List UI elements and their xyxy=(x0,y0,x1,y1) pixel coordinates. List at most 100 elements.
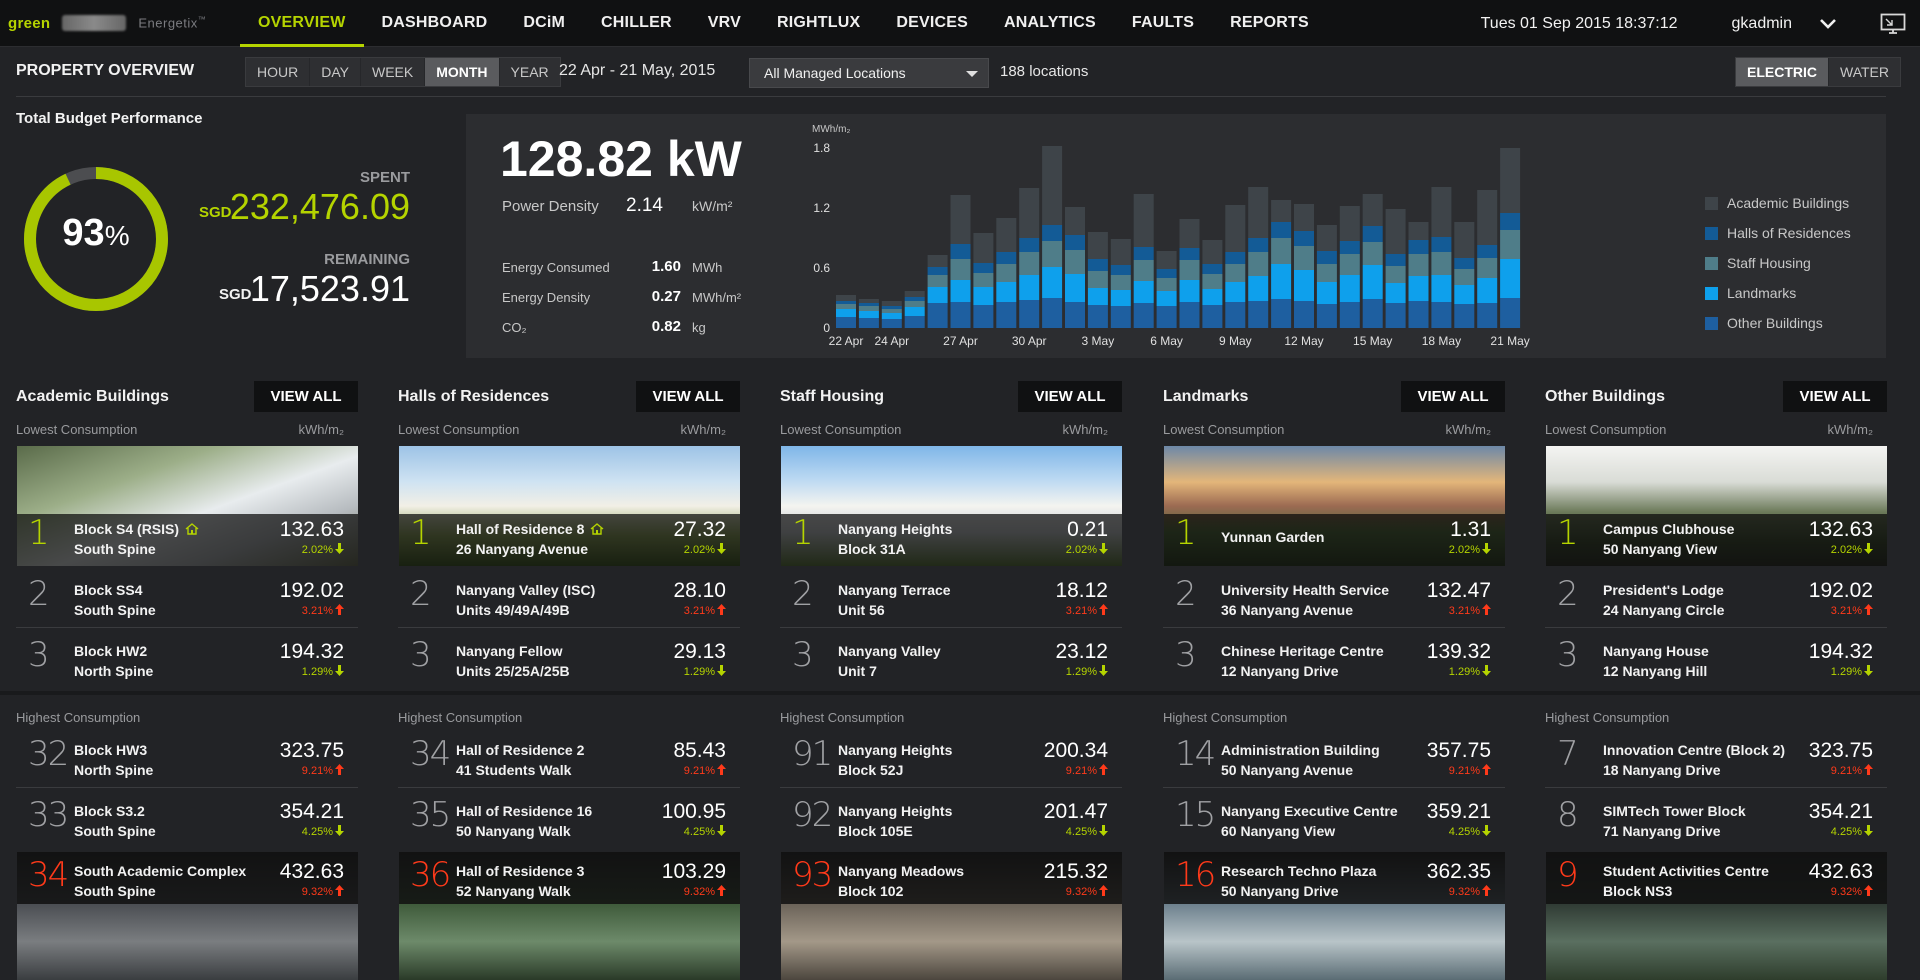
legend-halls-of-residences[interactable]: Halls of Residences xyxy=(1705,218,1851,248)
lowest-entry[interactable]: 1 Campus Clubhouse 50 Nanyang View 132.63 2.… xyxy=(1545,506,1887,566)
bar-segment xyxy=(1339,275,1360,302)
arrow-up-icon xyxy=(335,885,344,896)
consumption-value: 132.47 xyxy=(1426,579,1491,602)
lowest-entry[interactable]: 2 University Health Service 36 Nanyang Ave… xyxy=(1163,567,1505,627)
lowest-entry[interactable]: 3 Nanyang Valley Unit 7 23.12 1.29% xyxy=(780,627,1122,687)
view-all-button[interactable]: VIEW ALL xyxy=(1401,381,1505,412)
bar-segment xyxy=(1385,209,1406,254)
lowest-entry[interactable]: 3 Chinese Heritage Centre 12 Nanyang Drive… xyxy=(1163,627,1505,687)
highest-entry[interactable]: 32 Block HW3 North Spine 323.75 9.21% xyxy=(16,727,358,787)
bar-segment xyxy=(1179,219,1200,248)
nav-overview[interactable]: OVERVIEW xyxy=(240,0,364,47)
nav-devices[interactable]: DEVICES xyxy=(878,0,986,47)
monitor-icon[interactable] xyxy=(1880,13,1906,35)
building-name: Administration Building xyxy=(1221,742,1380,758)
highest-entry[interactable]: 33 Block S3.2 South Spine 354.21 4.25% xyxy=(16,787,358,847)
remaining-value: 17,523.91 xyxy=(249,268,410,309)
nav-rightlux[interactable]: RIGHTLUX xyxy=(759,0,878,47)
highest-entry[interactable]: 34 Hall of Residence 2 41 Students Walk 85.… xyxy=(398,727,740,787)
change-percent: 9.32% xyxy=(1066,885,1108,898)
bar-segment xyxy=(1500,213,1521,230)
unit-label: kWh/m₂ xyxy=(1445,422,1492,437)
highest-entry[interactable]: 93 Nanyang Meadows Block 102 215.32 9.32% xyxy=(780,848,1122,908)
highest-entry[interactable]: 92 Nanyang Heights Block 105E 201.47 4.25% xyxy=(780,787,1122,847)
view-all-button[interactable]: VIEW ALL xyxy=(254,381,358,412)
highest-entry[interactable]: 35 Hall of Residence 16 50 Nanyang Walk 100… xyxy=(398,787,740,847)
highest-entry[interactable]: 15 Nanyang Executive Centre 60 Nanyang Vie… xyxy=(1163,787,1505,847)
arrow-up-icon xyxy=(335,764,344,775)
view-all-button[interactable]: VIEW ALL xyxy=(1018,381,1122,412)
consumption-value: 215.32 xyxy=(1043,860,1108,883)
nav-faults[interactable]: FAULTS xyxy=(1114,0,1212,47)
bar-segment xyxy=(1065,235,1085,250)
view-all-button[interactable]: VIEW ALL xyxy=(1783,381,1887,412)
location-select[interactable]: All Managed Locations xyxy=(749,58,989,88)
building-name: Hall of Residence 16 xyxy=(456,803,593,819)
nav-dcim[interactable]: DCiM xyxy=(505,0,583,47)
lowest-entry[interactable]: 3 Nanyang House 12 Nanyang Hill 194.32 1.29% xyxy=(1545,627,1887,687)
date-range: 22 Apr - 21 May, 2015 xyxy=(559,62,716,79)
kpi-value: 0.82 xyxy=(651,318,681,335)
consumption-value: 194.32 xyxy=(279,640,344,663)
period-hour[interactable]: HOUR xyxy=(246,58,311,86)
period-day[interactable]: DAY xyxy=(310,58,361,86)
username[interactable]: gkadmin xyxy=(1732,15,1792,33)
bar-segment xyxy=(927,303,948,328)
view-all-button[interactable]: VIEW ALL xyxy=(636,381,740,412)
utility-electric[interactable]: ELECTRIC xyxy=(1736,58,1829,86)
rank-number: 1 xyxy=(1557,513,1579,553)
highest-entry[interactable]: 9 Student Activities Centre Block NS3 432.6… xyxy=(1545,848,1887,908)
bar-segment xyxy=(1019,300,1040,328)
lowest-entry[interactable]: 2 Nanyang Terrace Unit 56 18.12 3.21% xyxy=(780,567,1122,627)
bar-segment xyxy=(1248,276,1269,301)
lowest-entry[interactable]: 2 Nanyang Valley (ISC) Units 49/49A/49B 28.… xyxy=(398,567,740,627)
rank-number: 14 xyxy=(1175,734,1216,774)
utility-water[interactable]: WATER xyxy=(1829,58,1900,86)
remaining-currency: SGD xyxy=(219,286,252,303)
nav-chiller[interactable]: CHILLER xyxy=(583,0,690,47)
highest-entry[interactable]: 14 Administration Building 50 Nanyang Aven… xyxy=(1163,727,1505,787)
highest-entry[interactable]: 36 Hall of Residence 3 52 Nanyang Walk 103.… xyxy=(398,848,740,908)
logo[interactable]: green Energetix™ xyxy=(0,0,240,47)
building-location: Unit 7 xyxy=(838,663,877,679)
bar-segment xyxy=(881,313,902,319)
highest-entry[interactable]: 8 SIMTech Tower Block 71 Nanyang Drive 354.… xyxy=(1545,787,1887,847)
lowest-entry[interactable]: 3 Block HW2 North Spine 194.32 1.29% xyxy=(16,627,358,687)
lowest-entry[interactable]: 2 President's Lodge 24 Nanyang Circle 192.0… xyxy=(1545,567,1887,627)
bar-segment xyxy=(1202,289,1223,305)
highest-entry[interactable]: 7 Innovation Centre (Block 2) 18 Nanyang D… xyxy=(1545,727,1887,787)
lowest-entry[interactable]: 3 Nanyang Fellow Units 25/25A/25B 29.13 1.29… xyxy=(398,627,740,687)
nav-analytics[interactable]: ANALYTICS xyxy=(986,0,1114,47)
kpi-label: CO₂ xyxy=(502,320,527,335)
legend-academic-buildings[interactable]: Academic Buildings xyxy=(1705,188,1851,218)
lowest-entry[interactable]: 1 Nanyang Heights Block 31A 0.21 2.02% xyxy=(780,506,1122,566)
nav-vrv[interactable]: VRV xyxy=(690,0,759,47)
building-location: 50 Nanyang Drive xyxy=(1221,883,1339,899)
bar-segment xyxy=(1477,245,1498,258)
legend-landmarks[interactable]: Landmarks xyxy=(1705,278,1851,308)
bar-segment xyxy=(1110,275,1131,290)
nav-dashboard[interactable]: DASHBOARD xyxy=(364,0,506,47)
rank-number: 3 xyxy=(1557,635,1579,675)
lowest-entry[interactable]: 2 Block SS4 South Spine 192.02 3.21% xyxy=(16,567,358,627)
bar-segment xyxy=(1042,267,1063,298)
period-month[interactable]: MONTH xyxy=(425,58,500,86)
period-year[interactable]: YEAR xyxy=(500,58,560,86)
location-count: 188 locations xyxy=(1000,63,1089,80)
lowest-entry[interactable]: 1 Block S4 (RSIS) South Spine 132.63 2.02% xyxy=(16,506,358,566)
nav-reports[interactable]: REPORTS xyxy=(1212,0,1327,47)
highest-entry[interactable]: 34 South Academic Complex South Spine 432.6… xyxy=(16,848,358,908)
highest-entry[interactable]: 16 Research Techno Plaza 50 Nanyang Drive 3… xyxy=(1163,848,1505,908)
legend-staff-housing[interactable]: Staff Housing xyxy=(1705,248,1851,278)
chevron-down-icon[interactable] xyxy=(1818,14,1838,34)
rank-number: 35 xyxy=(410,795,451,835)
arrow-down-icon xyxy=(1099,825,1108,836)
page-title: PROPERTY OVERVIEW xyxy=(16,62,195,79)
category-column: Academic Buildings VIEW ALL Lowest Consump… xyxy=(16,380,358,980)
lowest-entry[interactable]: 1 Hall of Residence 8 26 Nanyang Avenue 27.… xyxy=(398,506,740,566)
period-week[interactable]: WEEK xyxy=(361,58,426,86)
highest-entry[interactable]: 91 Nanyang Heights Block 52J 200.34 9.21% xyxy=(780,727,1122,787)
legend-other-buildings[interactable]: Other Buildings xyxy=(1705,308,1851,338)
lowest-entry[interactable]: 1 Yunnan Garden 1.31 2.02% xyxy=(1163,506,1505,566)
change-percent: 1.29% xyxy=(684,665,726,678)
